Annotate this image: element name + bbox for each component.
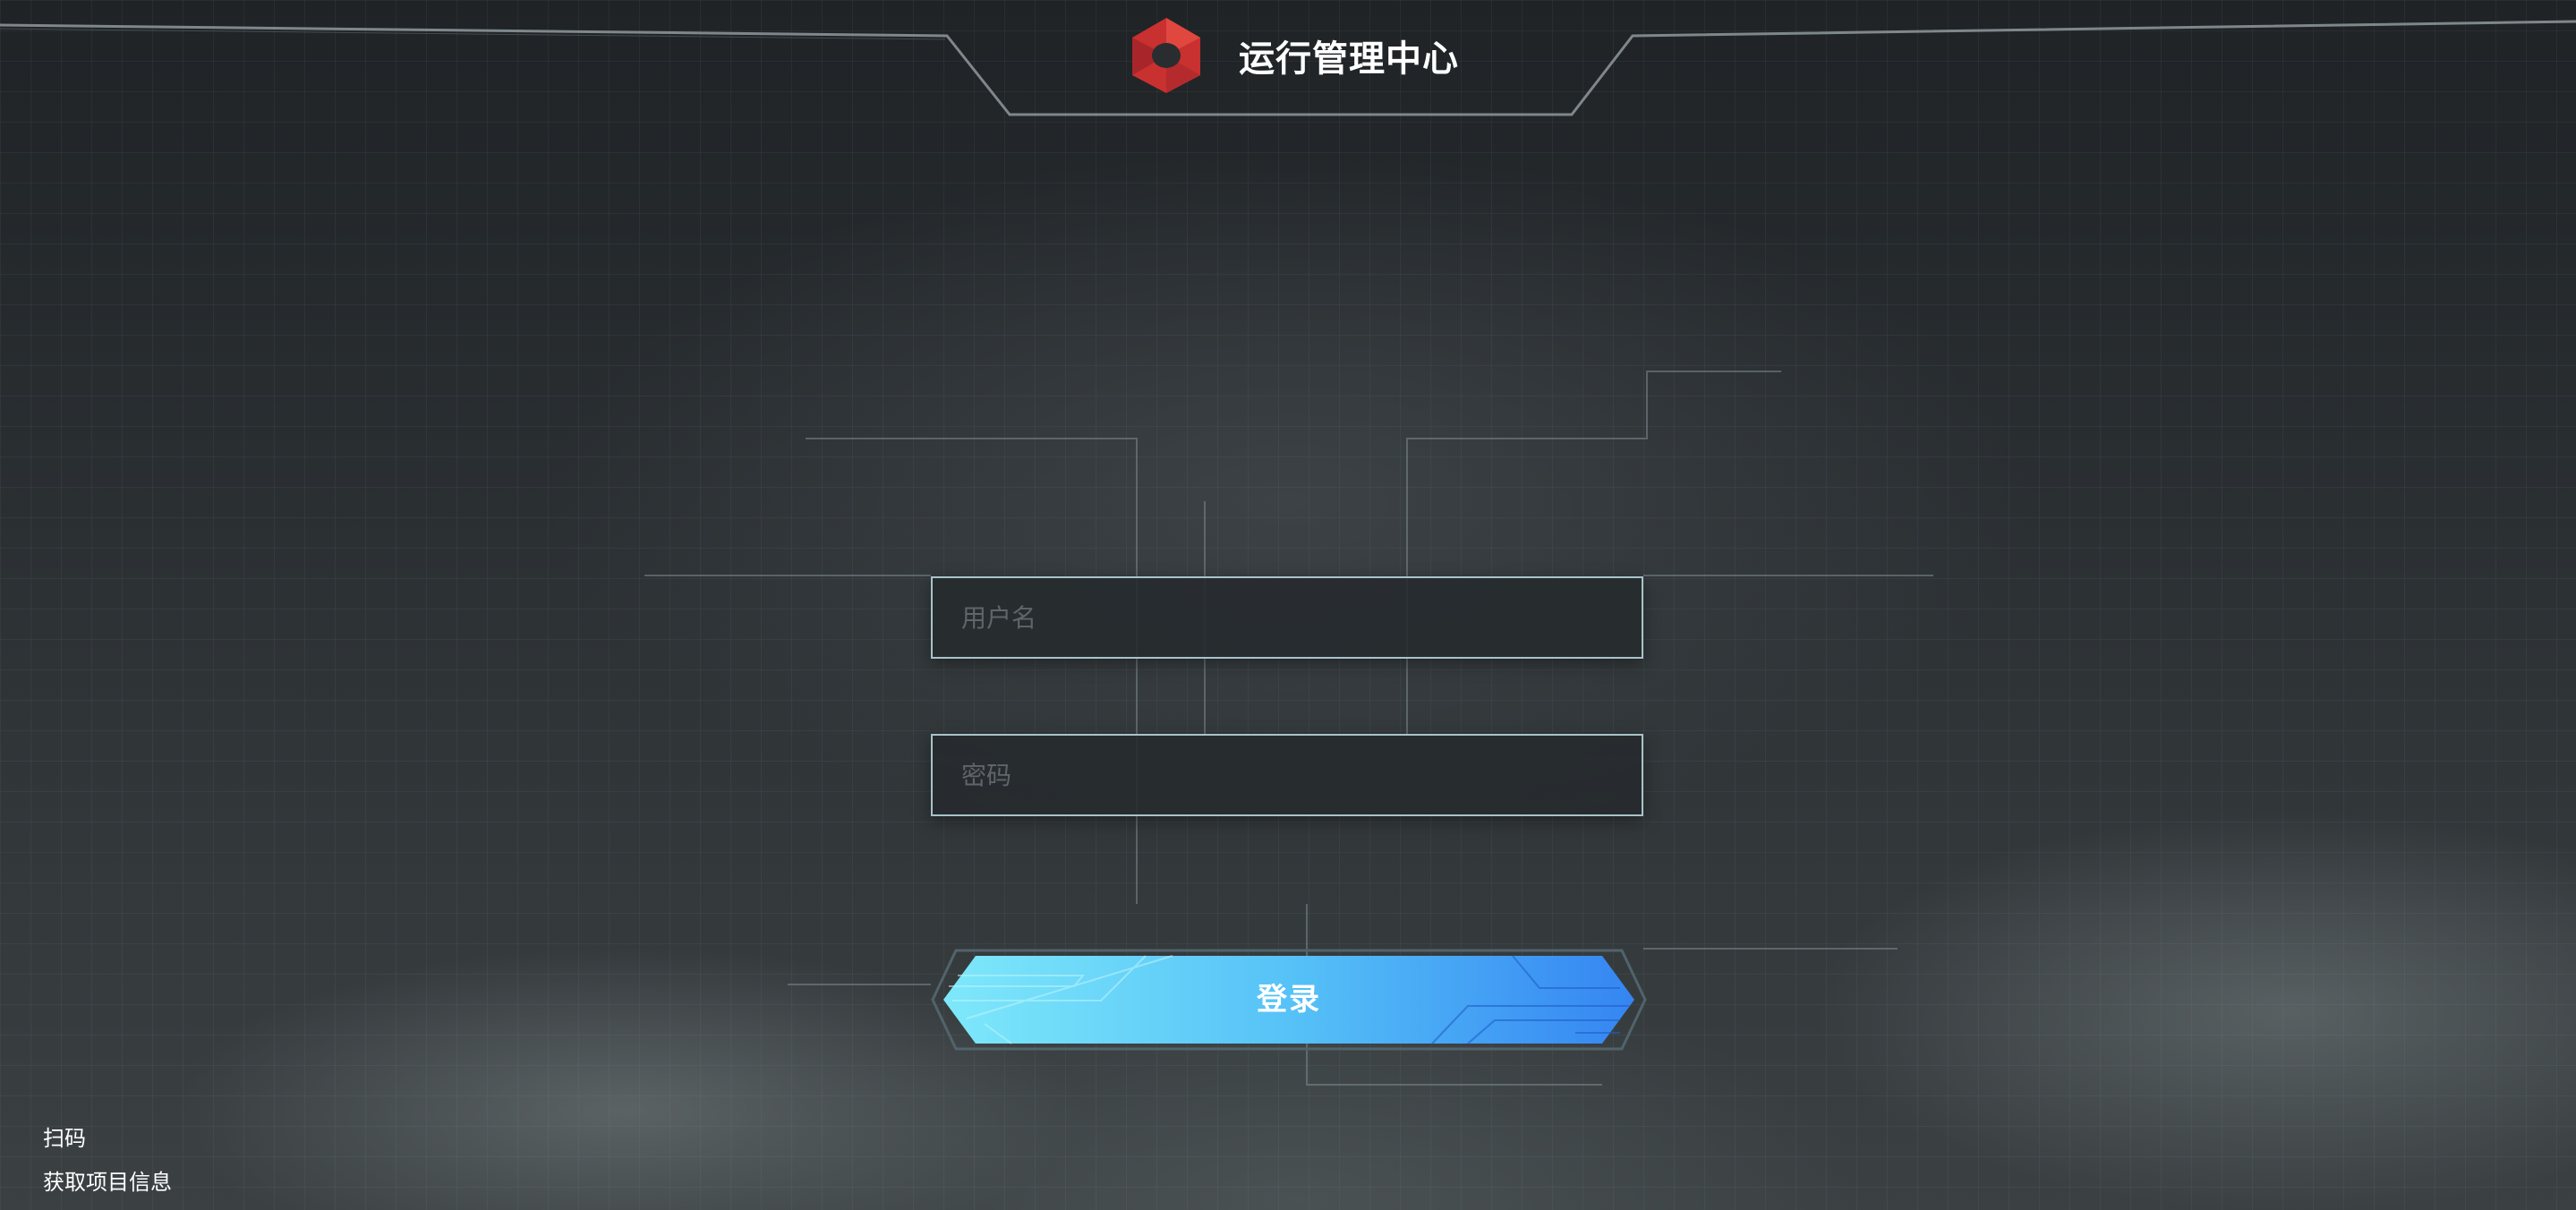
scan-link[interactable]: 扫码: [43, 1121, 86, 1152]
login-page: 运行管理中心 用户名 登录 扫码 获取项目信息: [0, 0, 2576, 1210]
username-field-frame: [931, 576, 1643, 659]
username-input[interactable]: [933, 578, 1642, 657]
login-button[interactable]: 登录: [931, 947, 1647, 1052]
app-header: 运行管理中心: [1130, 16, 1459, 95]
password-field-frame: [931, 734, 1643, 816]
login-button-label: 登录: [1257, 982, 1321, 1018]
red-hexagon-logo-icon: [1132, 18, 1200, 93]
project-info-link[interactable]: 获取项目信息: [43, 1164, 172, 1196]
app-title: 运行管理中心: [1239, 38, 1459, 80]
password-input[interactable]: [933, 736, 1642, 814]
